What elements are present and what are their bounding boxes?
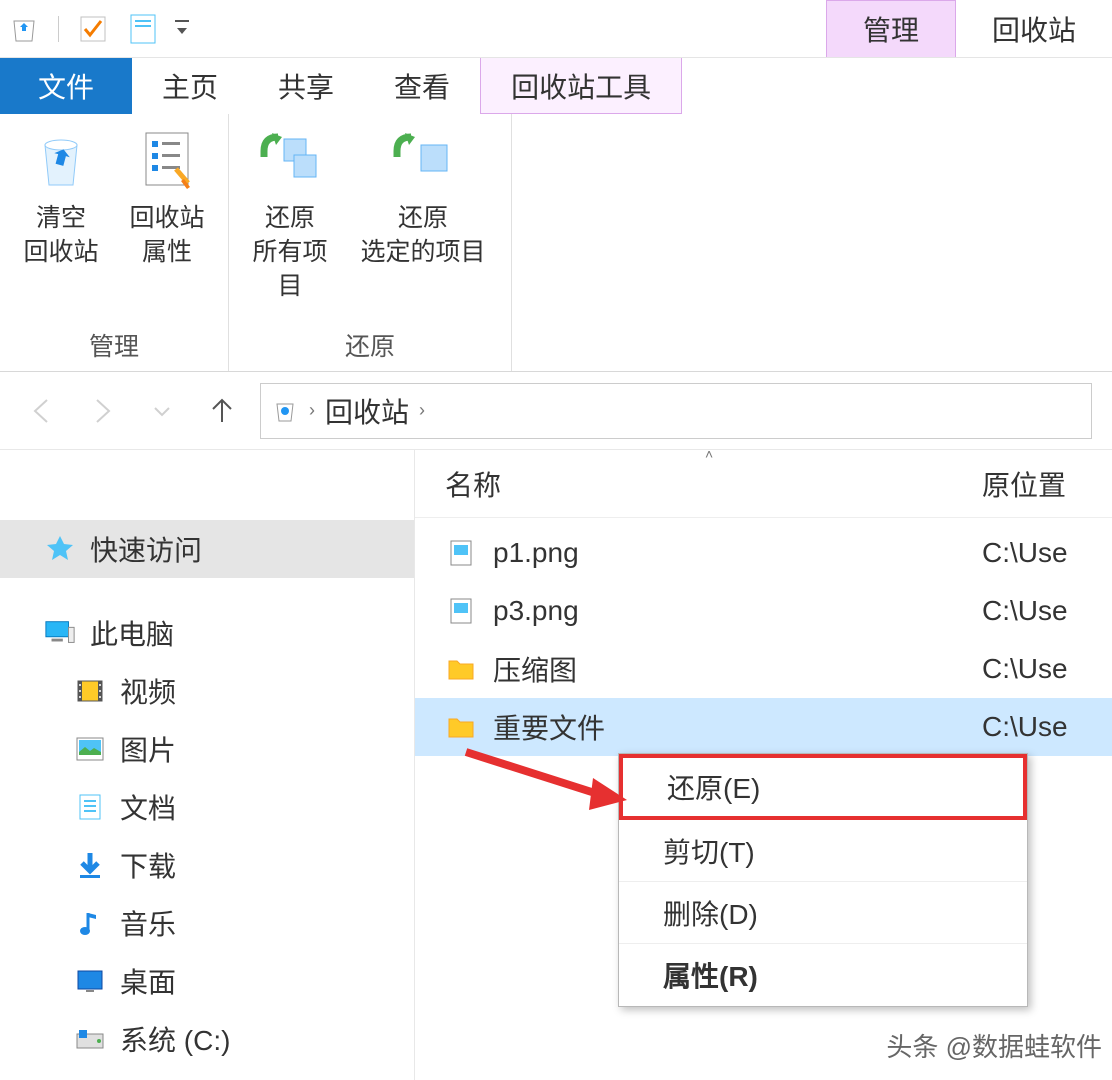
column-header-name[interactable]: 名称 — [445, 464, 982, 504]
folder-icon — [445, 653, 477, 685]
sidebar-item-desktop[interactable]: 桌面 — [0, 952, 414, 1010]
restore-selected-label: 还原 选定的项目 — [360, 202, 485, 270]
tab-manage-context[interactable]: 管理 — [826, 0, 956, 57]
file-row[interactable]: 压缩图 C:\Use — [415, 640, 1112, 698]
sidebar-item-label: 文档 — [120, 787, 176, 827]
tab-home[interactable]: 主页 — [132, 58, 248, 114]
sidebar-item-label: 快速访问 — [90, 529, 202, 569]
tab-file[interactable]: 文件 — [0, 58, 132, 114]
checkmark-icon[interactable] — [75, 11, 111, 47]
star-icon — [44, 533, 76, 565]
forward-button[interactable] — [80, 389, 124, 433]
documents-icon — [74, 791, 106, 823]
navigation-bar: › 回收站 › — [0, 372, 1112, 450]
sidebar-item-label: 下载 — [120, 845, 176, 885]
file-row[interactable]: p3.png C:\Use — [415, 582, 1112, 640]
ctx-delete[interactable]: 删除(D) — [619, 882, 1027, 944]
download-icon — [74, 849, 106, 881]
context-menu: 还原(E) 剪切(T) 删除(D) 属性(R) — [618, 753, 1028, 1007]
tab-view[interactable]: 查看 — [364, 58, 480, 114]
file-row[interactable]: 重要文件 C:\Use — [415, 698, 1112, 756]
file-name: 压缩图 — [493, 649, 966, 689]
sidebar-item-label: 桌面 — [120, 961, 176, 1001]
window-title: 回收站 — [956, 0, 1112, 57]
properties-icon — [132, 124, 202, 194]
tab-recycle-tools[interactable]: 回收站工具 — [480, 58, 682, 114]
sort-indicator-icon: ˄ — [705, 446, 713, 462]
file-location: C:\Use — [982, 653, 1082, 685]
restore-selected-icon — [388, 124, 458, 194]
drive-icon — [74, 1023, 106, 1055]
pictures-icon — [74, 733, 106, 765]
document-icon[interactable] — [125, 11, 161, 47]
file-location: C:\Use — [982, 595, 1082, 627]
restore-all-button[interactable]: 还原 所有项目 — [241, 124, 339, 303]
pc-icon — [44, 617, 76, 649]
empty-recycle-bin-button[interactable]: 清空 回收站 — [12, 124, 110, 270]
recycle-bin-small-icon — [271, 397, 299, 425]
sidebar-item-label: 系统 (C:) — [120, 1019, 230, 1059]
properties-label: 回收站 属性 — [129, 202, 204, 270]
group-restore-title: 还原 — [345, 321, 395, 371]
restore-selected-button[interactable]: 还原 选定的项目 — [347, 124, 499, 270]
sidebar-item-pictures[interactable]: 图片 — [0, 720, 414, 778]
address-bar[interactable]: › 回收站 › — [260, 383, 1092, 439]
back-button[interactable] — [20, 389, 64, 433]
sidebar-item-system-drive[interactable]: 系统 (C:) — [0, 1010, 414, 1068]
file-location: C:\Use — [982, 537, 1082, 569]
breadcrumb-sep-icon: › — [309, 400, 315, 421]
file-name: p1.png — [493, 537, 966, 569]
sidebar: 快速访问 此电脑 视频 图片 文档 — [0, 450, 415, 1080]
ctx-restore[interactable]: 还原(E) — [619, 754, 1027, 820]
folder-icon — [445, 711, 477, 743]
sidebar-item-label: 此电脑 — [90, 613, 174, 653]
ribbon-group-manage: 清空 回收站 回收站 属性 管理 — [0, 114, 229, 371]
column-headers: ˄ 名称 原位置 — [415, 450, 1112, 518]
ribbon: 清空 回收站 回收站 属性 管理 还原 所有项目 还原 — [0, 114, 1112, 372]
ctx-properties[interactable]: 属性(R) — [619, 944, 1027, 1006]
qat-separator — [58, 16, 59, 42]
restore-all-label: 还原 所有项目 — [241, 202, 339, 303]
ribbon-tabs: 文件 主页 共享 查看 回收站工具 — [0, 58, 1112, 114]
file-row[interactable]: p1.png C:\Use — [415, 524, 1112, 582]
video-icon — [74, 675, 106, 707]
breadcrumb-sep-icon: › — [419, 400, 425, 421]
quick-access-toolbar — [0, 11, 195, 47]
breadcrumb-segment[interactable]: 回收站 — [325, 391, 409, 431]
ctx-cut[interactable]: 剪切(T) — [619, 820, 1027, 882]
group-manage-title: 管理 — [89, 321, 139, 371]
file-name: p3.png — [493, 595, 966, 627]
ribbon-group-restore: 还原 所有项目 还原 选定的项目 还原 — [229, 114, 512, 371]
file-list: p1.png C:\Use p3.png C:\Use 压缩图 C:\Use 重… — [415, 518, 1112, 756]
sidebar-item-label: 图片 — [120, 729, 176, 769]
file-location: C:\Use — [982, 711, 1082, 743]
recycle-bin-icon[interactable] — [6, 11, 42, 47]
recycle-bin-properties-button[interactable]: 回收站 属性 — [118, 124, 216, 270]
watermark: 头条 @数据蛙软件 — [886, 1027, 1102, 1064]
recent-dropdown-icon[interactable] — [140, 389, 184, 433]
empty-bin-label: 清空 回收站 — [23, 202, 98, 270]
sidebar-item-label: 视频 — [120, 671, 176, 711]
titlebar: 管理 回收站 — [0, 0, 1112, 58]
sidebar-item-music[interactable]: 音乐 — [0, 894, 414, 952]
file-name: 重要文件 — [493, 707, 966, 747]
music-icon — [74, 907, 106, 939]
image-file-icon — [445, 595, 477, 627]
empty-bin-icon — [26, 124, 96, 194]
sidebar-item-videos[interactable]: 视频 — [0, 662, 414, 720]
column-header-location[interactable]: 原位置 — [982, 464, 1082, 504]
sidebar-item-label: 音乐 — [120, 903, 176, 943]
sidebar-item-this-pc[interactable]: 此电脑 — [0, 604, 414, 662]
up-button[interactable] — [200, 389, 244, 433]
desktop-icon — [74, 965, 106, 997]
sidebar-item-documents[interactable]: 文档 — [0, 778, 414, 836]
title-tabs: 管理 回收站 — [826, 0, 1112, 57]
restore-all-icon — [255, 124, 325, 194]
tab-share[interactable]: 共享 — [248, 58, 364, 114]
sidebar-item-quick-access[interactable]: 快速访问 — [0, 520, 414, 578]
sidebar-item-downloads[interactable]: 下载 — [0, 836, 414, 894]
image-file-icon — [445, 537, 477, 569]
qat-dropdown-icon[interactable] — [175, 20, 189, 38]
